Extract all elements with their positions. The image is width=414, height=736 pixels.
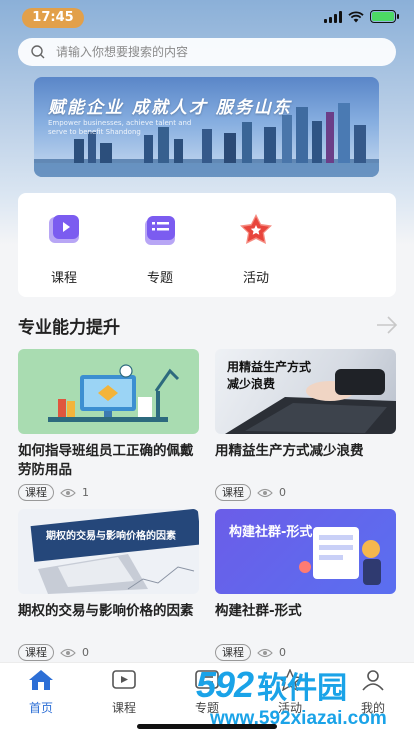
tab-course[interactable]: 课程 [99, 669, 149, 716]
eye-icon [60, 648, 76, 657]
eye-icon [257, 488, 273, 497]
thumbnail-caption: 用精益生产方式 减少浪费 [227, 360, 312, 391]
section-title: 专业能力提升 [18, 318, 120, 338]
search-bar[interactable] [18, 38, 396, 66]
video-icon [49, 215, 79, 243]
star-icon [240, 214, 272, 244]
course-title: 构建社群-形式 [215, 603, 302, 619]
course-thumbnail: 构建社群-形式 [215, 509, 396, 594]
cellular-signal-icon [324, 10, 342, 23]
banner-title: 赋能企业 成就人才 服务山东 [48, 98, 292, 118]
search-icon [31, 45, 45, 59]
tab-home[interactable]: 首页 [16, 669, 66, 716]
course-title: 用精益生产方式减少浪费 [215, 443, 364, 459]
wifi-icon [348, 10, 364, 22]
arrow-right-icon[interactable] [376, 315, 398, 335]
course-title: 如何指导班组员工正确的佩戴劳防用品 [18, 443, 194, 478]
view-count: 0 [82, 646, 89, 659]
search-input[interactable] [56, 45, 356, 59]
view-count: 0 [279, 646, 286, 659]
tab-label: 首页 [28, 701, 53, 715]
home-indicator [137, 724, 277, 729]
section-header: 专业能力提升 [18, 313, 398, 339]
category-topic[interactable]: 专题 [130, 211, 190, 286]
course-type-tag: 课程 [18, 644, 54, 661]
eye-icon [60, 488, 76, 497]
category-course[interactable]: 课程 [34, 211, 94, 286]
battery-icon [370, 10, 399, 23]
course-thumbnail: 期权的交易与影响价格的因素 [18, 509, 199, 594]
course-card[interactable]: 如何指导班组员工正确的佩戴劳防用品 课程 1 [18, 349, 199, 501]
home-icon [29, 670, 53, 690]
category-card: 课程 专题 活动 [18, 193, 396, 297]
desk-illustration [48, 364, 180, 422]
status-time: 17:45 [22, 8, 84, 28]
category-label: 课程 [50, 271, 77, 286]
eye-icon [257, 648, 273, 657]
course-card[interactable]: 期权的交易与影响价格的因素 期权的交易与影响价格的因素 课程 0 [18, 509, 199, 661]
thumbnail-caption: 构建社群-形式 [229, 525, 313, 540]
status-bar: 17:45 [0, 0, 414, 34]
course-thumbnail: 用精益生产方式 减少浪费 [215, 349, 396, 434]
course-type-tag: 课程 [215, 644, 251, 661]
tab-label: 课程 [111, 701, 136, 715]
course-card[interactable]: 用精益生产方式 减少浪费 用精益生产方式减少浪费 课程 0 [215, 349, 396, 501]
thumbnail-caption: 期权的交易与影响价格的因素 [46, 531, 176, 542]
course-type-tag: 课程 [215, 484, 251, 501]
list-icon [145, 216, 175, 245]
view-count: 1 [82, 486, 89, 499]
course-title: 期权的交易与影响价格的因素 [18, 603, 194, 619]
course-thumbnail [18, 349, 199, 434]
watermark-brand: 软件园 [257, 671, 348, 706]
category-activity[interactable]: 活动 [226, 211, 286, 286]
course-card[interactable]: 构建社群-形式 构建社群-形式 课程 0 [215, 509, 396, 661]
documents-image [30, 509, 199, 594]
view-count: 0 [279, 486, 286, 499]
banner-subtitle: Empower businesses, achieve talent and s… [48, 119, 192, 136]
promo-banner[interactable]: 赋能企业 成就人才 服务山东 Empower businesses, achie… [34, 77, 379, 177]
category-label: 活动 [242, 271, 269, 286]
watermark-number: 592 [196, 664, 254, 705]
category-label: 专题 [146, 271, 173, 286]
course-type-tag: 课程 [18, 484, 54, 501]
video-icon [112, 670, 136, 689]
